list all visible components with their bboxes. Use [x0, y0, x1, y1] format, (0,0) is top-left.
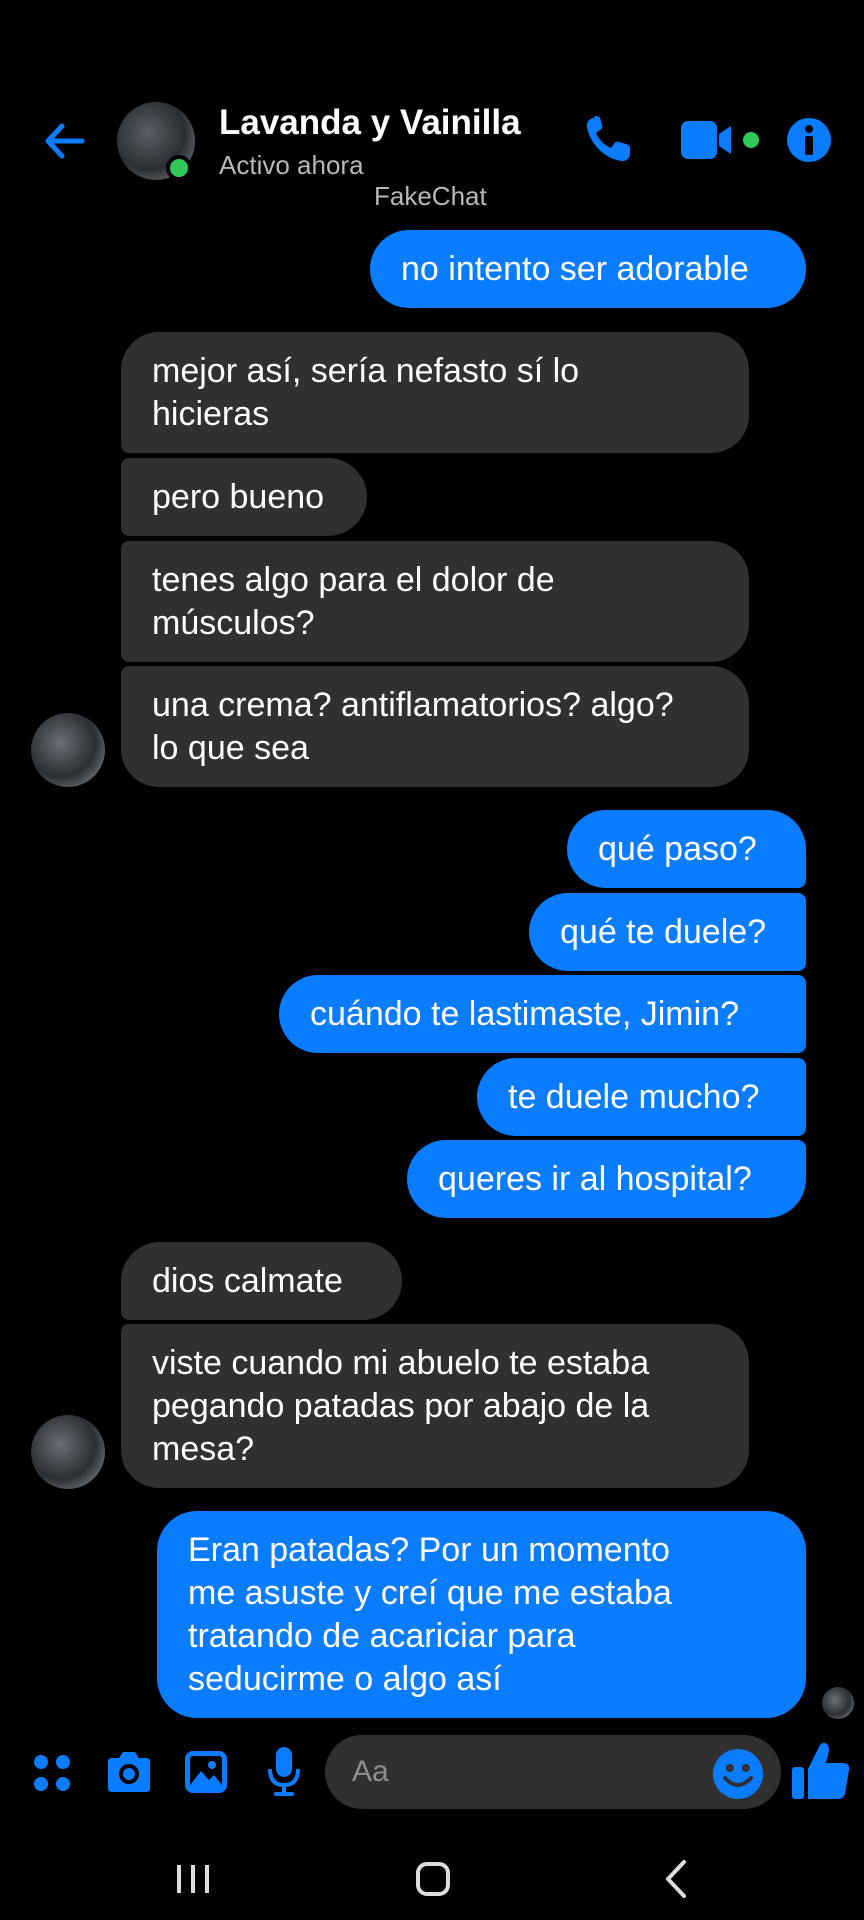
message-received[interactable]: tenes algo para el dolor de músculos? — [121, 541, 749, 662]
video-camera-icon[interactable] — [679, 112, 765, 168]
thumbs-up-icon[interactable] — [790, 1739, 852, 1803]
message-text: qué te duele? — [560, 912, 767, 951]
watermark: FakeChat — [374, 181, 487, 211]
message-line: seducirme o algo así — [188, 1659, 502, 1698]
message-sent[interactable]: queres ir al hospital? — [407, 1140, 806, 1218]
message-text: pero bueno — [152, 477, 325, 516]
message-sent[interactable]: qué paso? — [567, 810, 806, 888]
contact-name[interactable]: Lavanda y Vainilla — [219, 103, 521, 143]
message-text: dios calmate — [152, 1261, 343, 1300]
message-line: músculos? — [152, 603, 315, 642]
message-text: tenes algo para el dolor de músculos? — [152, 559, 555, 645]
message-line: una crema? antiflamatorios? algo? — [152, 685, 674, 724]
sender-avatar[interactable] — [31, 713, 105, 787]
message-text: qué paso? — [598, 829, 757, 868]
message-text: no intento ser adorable — [401, 249, 749, 288]
system-navigation-bar — [177, 1860, 686, 1898]
message-line: me asuste y creí que me estaba — [188, 1573, 672, 1612]
emoji-icon[interactable] — [712, 1748, 764, 1800]
online-status-dot — [166, 155, 192, 181]
message-text: viste cuando mi abuelo te estaba pegando… — [152, 1342, 649, 1471]
microphone-icon[interactable] — [266, 1745, 302, 1799]
message-sent[interactable]: te duele mucho? — [477, 1058, 806, 1136]
menu-dots-icon[interactable] — [32, 1753, 72, 1793]
message-line: tenes algo para el dolor de — [152, 560, 555, 599]
message-line: mejor así, sería nefasto sí lo — [152, 351, 580, 390]
message-sent[interactable]: qué te duele? — [529, 893, 806, 971]
seen-receipt-avatar — [822, 1687, 854, 1719]
home-icon[interactable] — [416, 1862, 450, 1896]
message-received[interactable]: viste cuando mi abuelo te estaba pegando… — [121, 1324, 749, 1488]
message-text: cuándo te lastimaste, Jimin? — [310, 994, 739, 1033]
message-line: hicieras — [152, 394, 270, 433]
message-text: Eran patadas? Por un momento me asuste y… — [188, 1529, 672, 1701]
message-line: Eran patadas? Por un momento — [188, 1530, 670, 1569]
message-received[interactable]: dios calmate — [121, 1242, 402, 1320]
message-sent[interactable]: no intento ser adorable — [370, 230, 806, 308]
message-line: tratando de acariciar para — [188, 1616, 576, 1655]
sender-avatar[interactable] — [31, 1415, 105, 1489]
message-sent[interactable]: cuándo te lastimaste, Jimin? — [279, 975, 806, 1053]
message-input-placeholder: Aa — [352, 1755, 389, 1788]
gallery-icon[interactable] — [183, 1749, 229, 1795]
message-text: mejor así, sería nefasto sí lo hicieras — [152, 350, 579, 436]
info-icon[interactable] — [784, 112, 834, 168]
message-line: viste cuando mi abuelo te estaba — [152, 1343, 650, 1382]
message-text: una crema? antiflamatorios? algo? lo que… — [152, 684, 674, 770]
message-received[interactable]: pero bueno — [121, 458, 367, 536]
message-line: mesa? — [152, 1429, 255, 1468]
message-received[interactable]: mejor así, sería nefasto sí lo hicieras — [121, 332, 749, 453]
phone-icon[interactable] — [580, 112, 636, 168]
message-text: te duele mucho? — [508, 1077, 760, 1116]
recent-apps-icon[interactable] — [177, 1865, 209, 1893]
back-nav-icon[interactable] — [666, 1860, 686, 1898]
active-status: Activo ahora — [219, 150, 364, 180]
message-line: pegando patadas por abajo de la — [152, 1386, 650, 1425]
message-sent[interactable]: Eran patadas? Por un momento me asuste y… — [157, 1511, 806, 1718]
back-arrow-icon[interactable] — [40, 116, 90, 166]
message-text: queres ir al hospital? — [438, 1159, 752, 1198]
camera-icon[interactable] — [104, 1748, 154, 1796]
message-line: lo que sea — [152, 728, 309, 767]
message-received[interactable]: una crema? antiflamatorios? algo? lo que… — [121, 666, 749, 787]
